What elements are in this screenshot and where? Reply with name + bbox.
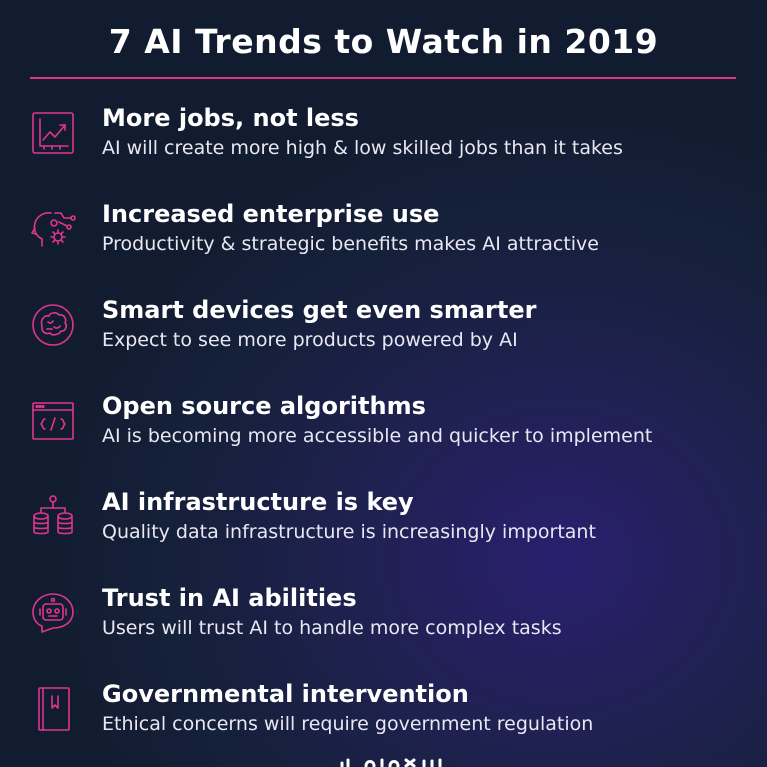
trend-item-trust: Trust in AI abilities Users will trust A…	[0, 584, 767, 670]
trend-description: AI will create more high & low skilled j…	[102, 137, 623, 159]
trend-item-government: Governmental intervention Ethical concer…	[0, 680, 767, 766]
page-title: 7 AI Trends to Watch in 2019	[108, 22, 659, 61]
trend-item-infrastructure: AI infrastructure is key Quality data in…	[0, 488, 767, 574]
trend-item-jobs: More jobs, not less AI will create more …	[0, 104, 767, 190]
trend-description: Ethical concerns will require government…	[102, 713, 594, 735]
trend-heading: AI infrastructure is key	[102, 488, 414, 516]
trend-heading: More jobs, not less	[102, 104, 359, 132]
trend-description: AI is becoming more accessible and quick…	[102, 425, 653, 447]
code-window-icon	[30, 398, 76, 444]
trend-item-enterprise: Increased enterprise use Productivity & …	[0, 200, 767, 286]
trend-description: Users will trust AI to handle more compl…	[102, 617, 562, 639]
trend-heading: Smart devices get even smarter	[102, 296, 537, 324]
trend-item-open-source: Open source algorithms AI is becoming mo…	[0, 392, 767, 478]
title-divider	[30, 77, 736, 79]
robot-chat-icon	[30, 590, 76, 636]
trend-heading: Open source algorithms	[102, 392, 426, 420]
trend-description: Productivity & strategic benefits makes …	[102, 233, 599, 255]
database-network-icon	[30, 494, 76, 540]
trend-heading: Trust in AI abilities	[102, 584, 357, 612]
brain-icon	[30, 302, 76, 348]
trend-heading: Governmental intervention	[102, 680, 469, 708]
growth-chart-icon	[30, 110, 76, 156]
trend-description: Expect to see more products powered by A…	[102, 329, 518, 351]
trend-item-smart-devices: Smart devices get even smarter Expect to…	[0, 296, 767, 382]
head-gear-icon	[30, 206, 76, 252]
trend-description: Quality data infrastructure is increasin…	[102, 521, 596, 543]
law-book-icon	[30, 686, 76, 732]
trend-heading: Increased enterprise use	[102, 200, 440, 228]
brand-logo	[330, 755, 450, 767]
